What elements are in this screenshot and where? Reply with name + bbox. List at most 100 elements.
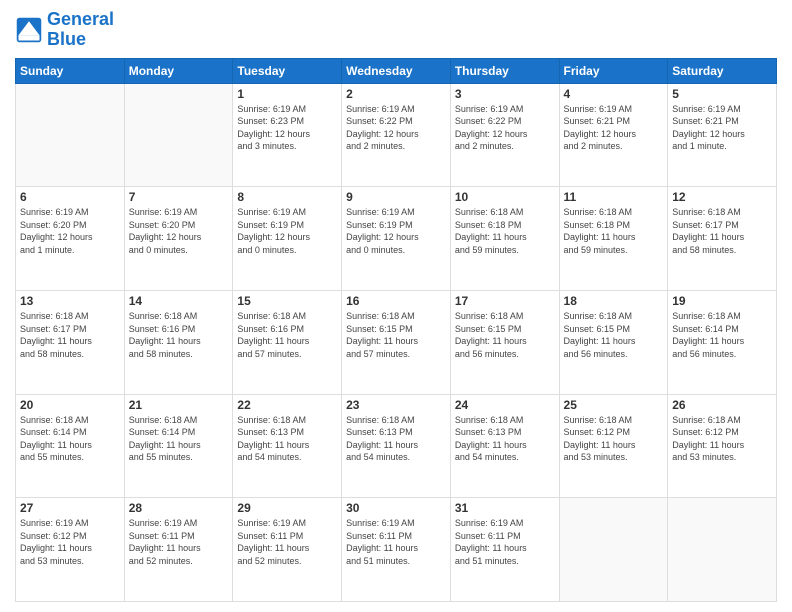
day-info: Sunrise: 6:18 AM Sunset: 6:16 PM Dayligh… bbox=[129, 310, 229, 360]
calendar-cell: 4 Sunrise: 6:19 AM Sunset: 6:21 PM Daylig… bbox=[559, 83, 668, 187]
calendar-cell: 8 Sunrise: 6:19 AM Sunset: 6:19 PM Daylig… bbox=[233, 187, 342, 291]
calendar-cell: 29 Sunrise: 6:19 AM Sunset: 6:11 PM Dayli… bbox=[233, 498, 342, 602]
logo: General Blue bbox=[15, 10, 114, 50]
day-info: Sunrise: 6:19 AM Sunset: 6:21 PM Dayligh… bbox=[564, 103, 664, 153]
calendar-cell: 18Sunrise: 6:18 AM Sunset: 6:15 PM Dayli… bbox=[559, 290, 668, 394]
calendar-cell: 5 Sunrise: 6:19 AM Sunset: 6:21 PM Daylig… bbox=[668, 83, 777, 187]
calendar-cell: 21 Sunrise: 6:18 AM Sunset: 6:14 PM Dayli… bbox=[124, 394, 233, 498]
logo-line1: General bbox=[47, 9, 114, 29]
day-number: 23 bbox=[346, 398, 446, 412]
day-info: Sunrise: 6:18 AM Sunset: 6:15 PM Dayligh… bbox=[455, 310, 555, 360]
calendar-cell: 20Sunrise: 6:18 AM Sunset: 6:14 PM Dayli… bbox=[16, 394, 125, 498]
day-info: Sunrise: 6:18 AM Sunset: 6:18 PM Dayligh… bbox=[455, 206, 555, 256]
day-info: Sunrise: 6:19 AM Sunset: 6:11 PM Dayligh… bbox=[455, 517, 555, 567]
calendar-cell: 23 Sunrise: 6:18 AM Sunset: 6:13 PM Dayli… bbox=[342, 394, 451, 498]
calendar-cell: 16 Sunrise: 6:18 AM Sunset: 6:15 PM Dayli… bbox=[342, 290, 451, 394]
day-info: Sunrise: 6:19 AM Sunset: 6:19 PM Dayligh… bbox=[237, 206, 337, 256]
day-info: Sunrise: 6:18 AM Sunset: 6:17 PM Dayligh… bbox=[672, 206, 772, 256]
calendar-week-row: 20Sunrise: 6:18 AM Sunset: 6:14 PM Dayli… bbox=[16, 394, 777, 498]
day-info: Sunrise: 6:19 AM Sunset: 6:11 PM Dayligh… bbox=[237, 517, 337, 567]
day-number: 31 bbox=[455, 501, 555, 515]
calendar: SundayMondayTuesdayWednesdayThursdayFrid… bbox=[15, 58, 777, 602]
day-number: 5 bbox=[672, 87, 772, 101]
calendar-cell: 27 Sunrise: 6:19 AM Sunset: 6:12 PM Dayli… bbox=[16, 498, 125, 602]
calendar-cell bbox=[16, 83, 125, 187]
day-info: Sunrise: 6:19 AM Sunset: 6:21 PM Dayligh… bbox=[672, 103, 772, 153]
day-info: Sunrise: 6:18 AM Sunset: 6:17 PM Dayligh… bbox=[20, 310, 120, 360]
calendar-cell: 19 Sunrise: 6:18 AM Sunset: 6:14 PM Dayli… bbox=[668, 290, 777, 394]
day-number: 3 bbox=[455, 87, 555, 101]
calendar-day-header: Saturday bbox=[668, 58, 777, 83]
day-info: Sunrise: 6:19 AM Sunset: 6:20 PM Dayligh… bbox=[20, 206, 120, 256]
day-number: 13 bbox=[20, 294, 120, 308]
day-number: 26 bbox=[672, 398, 772, 412]
day-info: Sunrise: 6:18 AM Sunset: 6:14 PM Dayligh… bbox=[672, 310, 772, 360]
day-number: 29 bbox=[237, 501, 337, 515]
day-info: Sunrise: 6:19 AM Sunset: 6:19 PM Dayligh… bbox=[346, 206, 446, 256]
calendar-cell: 7 Sunrise: 6:19 AM Sunset: 6:20 PM Daylig… bbox=[124, 187, 233, 291]
day-number: 8 bbox=[237, 190, 337, 204]
calendar-day-header: Wednesday bbox=[342, 58, 451, 83]
day-info: Sunrise: 6:18 AM Sunset: 6:14 PM Dayligh… bbox=[129, 414, 229, 464]
logo-line2: Blue bbox=[47, 30, 114, 50]
day-number: 15 bbox=[237, 294, 337, 308]
day-number: 17 bbox=[455, 294, 555, 308]
day-number: 25 bbox=[564, 398, 664, 412]
day-info: Sunrise: 6:18 AM Sunset: 6:13 PM Dayligh… bbox=[346, 414, 446, 464]
day-number: 7 bbox=[129, 190, 229, 204]
calendar-cell: 31 Sunrise: 6:19 AM Sunset: 6:11 PM Dayli… bbox=[450, 498, 559, 602]
day-info: Sunrise: 6:19 AM Sunset: 6:20 PM Dayligh… bbox=[129, 206, 229, 256]
day-number: 22 bbox=[237, 398, 337, 412]
calendar-cell: 6 Sunrise: 6:19 AM Sunset: 6:20 PM Daylig… bbox=[16, 187, 125, 291]
day-info: Sunrise: 6:19 AM Sunset: 6:23 PM Dayligh… bbox=[237, 103, 337, 153]
day-number: 4 bbox=[564, 87, 664, 101]
calendar-cell: 13 Sunrise: 6:18 AM Sunset: 6:17 PM Dayli… bbox=[16, 290, 125, 394]
calendar-week-row: 27 Sunrise: 6:19 AM Sunset: 6:12 PM Dayli… bbox=[16, 498, 777, 602]
day-number: 10 bbox=[455, 190, 555, 204]
calendar-day-header: Thursday bbox=[450, 58, 559, 83]
day-info: Sunrise: 6:18 AM Sunset: 6:13 PM Dayligh… bbox=[237, 414, 337, 464]
calendar-cell: 1 Sunrise: 6:19 AM Sunset: 6:23 PM Daylig… bbox=[233, 83, 342, 187]
calendar-cell: 30Sunrise: 6:19 AM Sunset: 6:11 PM Dayli… bbox=[342, 498, 451, 602]
day-number: 19 bbox=[672, 294, 772, 308]
calendar-cell: 3Sunrise: 6:19 AM Sunset: 6:22 PM Daylig… bbox=[450, 83, 559, 187]
calendar-cell: 24 Sunrise: 6:18 AM Sunset: 6:13 PM Dayli… bbox=[450, 394, 559, 498]
day-number: 27 bbox=[20, 501, 120, 515]
calendar-cell: 22 Sunrise: 6:18 AM Sunset: 6:13 PM Dayli… bbox=[233, 394, 342, 498]
day-info: Sunrise: 6:18 AM Sunset: 6:13 PM Dayligh… bbox=[455, 414, 555, 464]
calendar-cell: 12Sunrise: 6:18 AM Sunset: 6:17 PM Dayli… bbox=[668, 187, 777, 291]
day-info: Sunrise: 6:18 AM Sunset: 6:18 PM Dayligh… bbox=[564, 206, 664, 256]
calendar-cell: 11 Sunrise: 6:18 AM Sunset: 6:18 PM Dayli… bbox=[559, 187, 668, 291]
calendar-cell bbox=[668, 498, 777, 602]
calendar-cell bbox=[559, 498, 668, 602]
calendar-cell: 2 Sunrise: 6:19 AM Sunset: 6:22 PM Daylig… bbox=[342, 83, 451, 187]
calendar-day-header: Friday bbox=[559, 58, 668, 83]
day-number: 21 bbox=[129, 398, 229, 412]
header: General Blue bbox=[15, 10, 777, 50]
calendar-day-header: Sunday bbox=[16, 58, 125, 83]
day-number: 18 bbox=[564, 294, 664, 308]
calendar-cell: 10 Sunrise: 6:18 AM Sunset: 6:18 PM Dayli… bbox=[450, 187, 559, 291]
day-number: 30 bbox=[346, 501, 446, 515]
calendar-week-row: 1 Sunrise: 6:19 AM Sunset: 6:23 PM Daylig… bbox=[16, 83, 777, 187]
day-number: 11 bbox=[564, 190, 664, 204]
day-number: 9 bbox=[346, 190, 446, 204]
day-number: 16 bbox=[346, 294, 446, 308]
calendar-day-header: Tuesday bbox=[233, 58, 342, 83]
calendar-cell bbox=[124, 83, 233, 187]
day-info: Sunrise: 6:18 AM Sunset: 6:16 PM Dayligh… bbox=[237, 310, 337, 360]
day-number: 2 bbox=[346, 87, 446, 101]
day-number: 6 bbox=[20, 190, 120, 204]
calendar-week-row: 13 Sunrise: 6:18 AM Sunset: 6:17 PM Dayli… bbox=[16, 290, 777, 394]
day-info: Sunrise: 6:18 AM Sunset: 6:15 PM Dayligh… bbox=[346, 310, 446, 360]
day-number: 24 bbox=[455, 398, 555, 412]
day-info: Sunrise: 6:18 AM Sunset: 6:14 PM Dayligh… bbox=[20, 414, 120, 464]
calendar-week-row: 6 Sunrise: 6:19 AM Sunset: 6:20 PM Daylig… bbox=[16, 187, 777, 291]
day-info: Sunrise: 6:19 AM Sunset: 6:22 PM Dayligh… bbox=[346, 103, 446, 153]
calendar-cell: 26Sunrise: 6:18 AM Sunset: 6:12 PM Dayli… bbox=[668, 394, 777, 498]
day-number: 1 bbox=[237, 87, 337, 101]
day-number: 28 bbox=[129, 501, 229, 515]
logo-icon bbox=[15, 16, 43, 44]
calendar-cell: 14Sunrise: 6:18 AM Sunset: 6:16 PM Dayli… bbox=[124, 290, 233, 394]
day-info: Sunrise: 6:19 AM Sunset: 6:12 PM Dayligh… bbox=[20, 517, 120, 567]
